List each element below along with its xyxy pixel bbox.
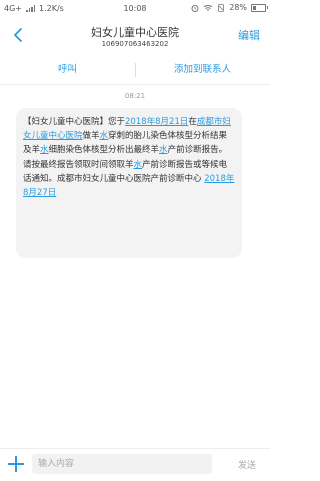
status-right: 28% bbox=[191, 3, 268, 12]
alarm-icon bbox=[191, 4, 199, 12]
send-button[interactable]: 发送 bbox=[238, 458, 256, 471]
message-link[interactable]: 水 bbox=[159, 145, 168, 155]
message-text: 在 bbox=[188, 117, 197, 127]
call-button[interactable]: 呼叫 bbox=[0, 58, 135, 82]
message-link[interactable]: 水 bbox=[100, 131, 109, 141]
composer-bar: 发送 bbox=[0, 448, 270, 481]
message-text: 【妇女儿童中心医院】您于 bbox=[23, 117, 126, 127]
message-text: 细胞染色体核型分析出最终羊 bbox=[48, 145, 160, 156]
conversation-header: 妇女儿童中心医院 106907063463202 编辑 bbox=[0, 20, 270, 52]
battery-icon bbox=[251, 3, 268, 12]
message-bubble[interactable]: 【妇女儿童中心医院】您于2018年8月21日在成都市妇女儿童中心医院做羊水穿刺的… bbox=[16, 108, 242, 258]
edit-button[interactable]: 编辑 bbox=[238, 27, 260, 43]
message-link[interactable]: 2018年8月21日 bbox=[125, 117, 188, 127]
plus-icon[interactable] bbox=[8, 456, 24, 472]
header-divider bbox=[0, 84, 270, 85]
add-contact-button[interactable]: 添加到联系人 bbox=[135, 58, 270, 82]
message-text: 做羊 bbox=[82, 131, 100, 142]
back-button[interactable] bbox=[10, 26, 28, 44]
message-link[interactable]: 水 bbox=[40, 145, 49, 155]
contact-name: 妇女儿童中心医院 bbox=[91, 26, 179, 39]
wifi-icon bbox=[203, 4, 213, 11]
battery-percent: 28% bbox=[229, 3, 247, 12]
no-sim-icon bbox=[218, 3, 225, 12]
contact-number: 106907063463202 bbox=[101, 40, 169, 48]
message-input[interactable] bbox=[32, 454, 212, 474]
contact-actions: 呼叫 添加到联系人 bbox=[0, 58, 270, 84]
message-link[interactable]: 水 bbox=[134, 160, 143, 170]
status-bar: 4G+ 1.2K/s 10:08 28% bbox=[0, 0, 270, 18]
message-timestamp: 08:21 bbox=[124, 92, 146, 100]
battery-fill bbox=[253, 5, 257, 10]
